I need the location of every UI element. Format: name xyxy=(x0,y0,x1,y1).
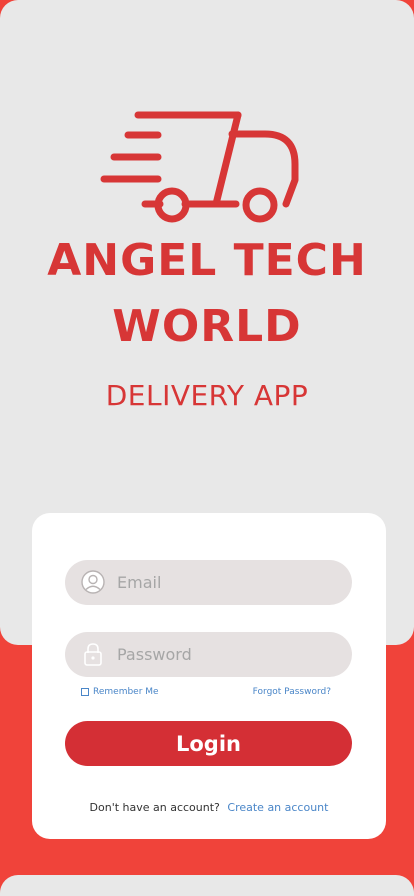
login-options: Remember Me Forgot Password? xyxy=(81,687,331,701)
user-icon xyxy=(81,570,105,594)
delivery-truck-icon xyxy=(100,111,299,223)
email-field[interactable] xyxy=(65,560,352,605)
remember-me-checkbox[interactable]: Remember Me xyxy=(81,687,159,697)
remember-me-label: Remember Me xyxy=(93,687,159,697)
checkbox-icon[interactable] xyxy=(81,688,89,696)
forgot-password-link[interactable]: Forgot Password? xyxy=(253,687,331,697)
brand-title: ANGEL TECH WORLD xyxy=(47,235,367,352)
login-card: Remember Me Forgot Password? Login Don't… xyxy=(32,513,386,839)
password-input[interactable] xyxy=(117,632,337,677)
signup-prompt: Don't have an account? xyxy=(89,801,220,814)
email-input[interactable] xyxy=(117,560,337,605)
signup-row: Don't have an account? Create an account xyxy=(32,801,386,814)
login-button[interactable]: Login xyxy=(65,721,352,766)
lock-icon xyxy=(84,643,102,666)
create-account-link[interactable]: Create an account xyxy=(227,801,328,814)
bottom-panel xyxy=(0,875,414,896)
brand-subtitle: DELIVERY APP xyxy=(105,379,309,412)
password-field[interactable] xyxy=(65,632,352,677)
